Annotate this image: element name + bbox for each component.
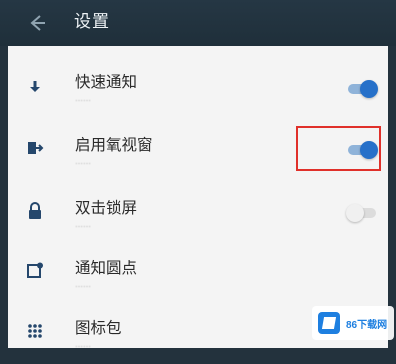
quick-notification-toggle[interactable] xyxy=(346,80,380,98)
top-app-bar: 设置 xyxy=(0,0,396,46)
setting-label: 双击锁屏 xyxy=(75,199,138,217)
setting-subtitle: …… xyxy=(75,157,91,166)
setting-row-double-tap-lock[interactable]: 双击锁屏 …… xyxy=(8,184,388,244)
back-arrow-icon[interactable] xyxy=(26,12,48,34)
exit-door-icon xyxy=(26,139,44,157)
setting-subtitle: …… xyxy=(75,280,91,289)
setting-subtitle: …… xyxy=(75,220,91,229)
highlight-box xyxy=(296,126,381,171)
download-arrow-icon xyxy=(26,78,44,96)
setting-label: 快速通知 xyxy=(75,73,138,91)
badge-dot-icon xyxy=(26,262,44,280)
setting-row-quick-notification[interactable]: 快速通知 …… xyxy=(8,56,388,116)
double-tap-lock-toggle[interactable] xyxy=(346,204,380,222)
setting-label: 通知圆点 xyxy=(75,259,138,277)
setting-label: 启用氧视窗 xyxy=(75,136,153,154)
watermark-text: 86下载网 xyxy=(346,319,388,331)
setting-row-notification-dots[interactable]: 通知圆点 …… xyxy=(8,244,388,304)
toggle-knob xyxy=(346,204,364,222)
setting-subtitle: …… xyxy=(75,340,91,349)
setting-label: 图标包 xyxy=(75,319,122,337)
grid-icon xyxy=(26,322,44,340)
setting-subtitle: …… xyxy=(75,94,91,103)
settings-list: 快速通知 …… 启用氧视窗 …… 双击锁屏 …… 通知圆点 …… 图标包 …… xyxy=(8,46,388,349)
watermark-logo-icon xyxy=(318,312,340,334)
lock-icon xyxy=(26,202,44,220)
watermark-badge: 86下载网 xyxy=(312,306,394,340)
toggle-knob xyxy=(360,80,378,98)
page-title: 设置 xyxy=(74,12,110,32)
